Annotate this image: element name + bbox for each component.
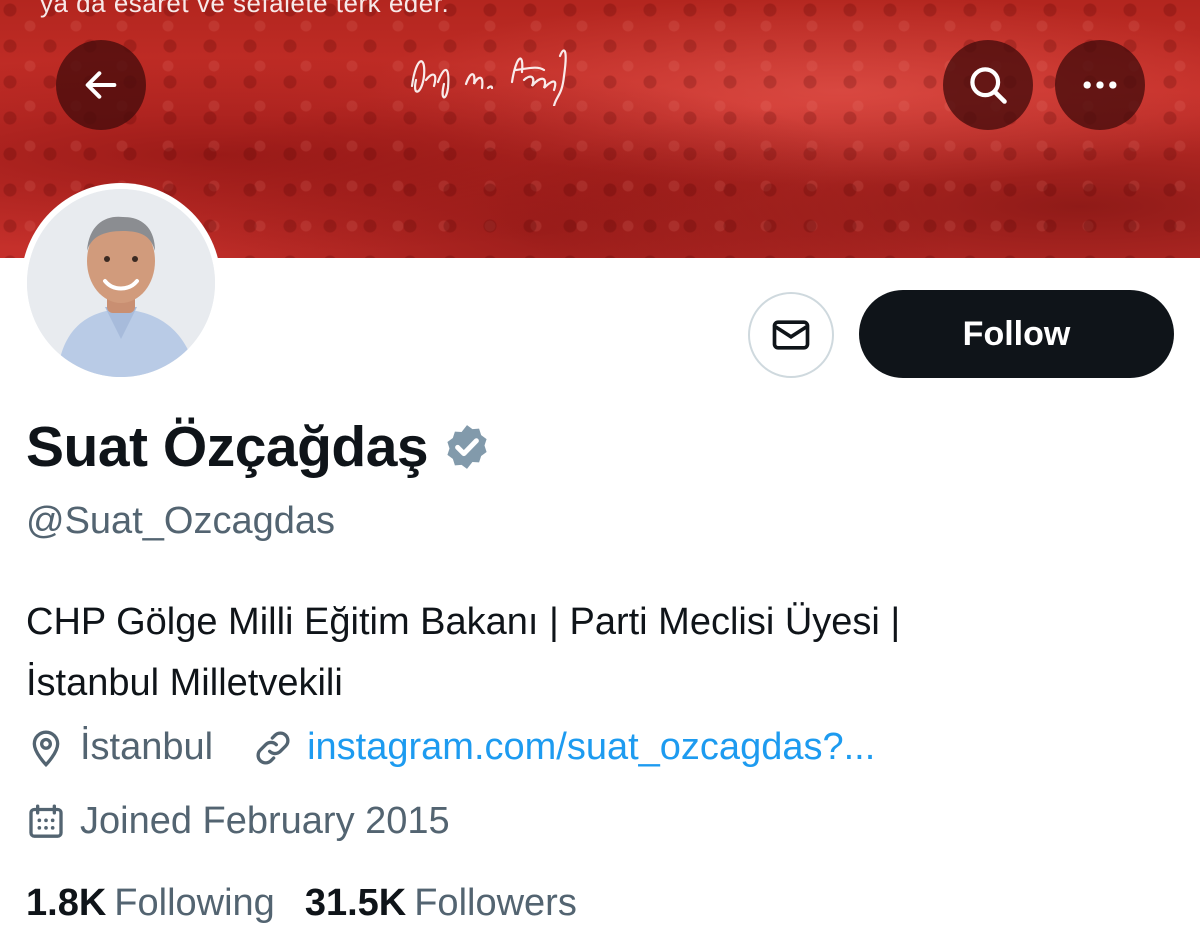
profile-name-row: Suat Özçağdaş <box>26 414 492 480</box>
envelope-icon <box>772 320 810 350</box>
bio-line: İstanbul Milletvekili <box>26 662 343 704</box>
joined-row: Joined February 2015 <box>26 800 450 843</box>
following-label: Following <box>114 882 275 924</box>
profile-bio: CHP Gölge Milli Eğitim Bakanı | Parti Me… <box>26 592 1146 714</box>
location-text: İstanbul <box>80 726 214 768</box>
profile-handle: @Suat_Ozcagdas <box>26 500 335 542</box>
profile-meta-row: İstanbul instagram.com/suat_ozcagdas?... <box>26 726 875 769</box>
avatar-photo <box>27 189 215 377</box>
location-item: İstanbul <box>26 726 213 769</box>
search-icon <box>970 67 1007 104</box>
profile-avatar[interactable] <box>21 183 221 383</box>
display-name: Suat Özçağdaş <box>26 415 429 479</box>
profile-stats: 1.8K Following 31.5K Followers <box>26 882 577 925</box>
following-stat[interactable]: 1.8K Following <box>26 882 275 925</box>
location-pin-icon <box>32 730 60 767</box>
arrow-left-icon <box>85 71 117 99</box>
following-count: 1.8K <box>26 882 107 924</box>
more-options-button[interactable] <box>1055 40 1145 130</box>
search-button[interactable] <box>943 40 1033 130</box>
banner-quote: ya da esaret ve sefalete terk eder. <box>40 0 450 18</box>
verified-badge-icon[interactable] <box>442 422 492 472</box>
message-button[interactable] <box>748 292 834 378</box>
follow-button[interactable]: Follow <box>859 290 1174 378</box>
back-button[interactable] <box>56 40 146 130</box>
followers-stat[interactable]: 31.5K Followers <box>305 882 577 925</box>
joined-text: Joined February 2015 <box>80 800 450 842</box>
bio-line: CHP Gölge Milli Eğitim Bakanı | Parti Me… <box>26 601 901 643</box>
followers-label: Followers <box>414 882 577 924</box>
avatar-portrait <box>27 189 215 377</box>
link-icon <box>256 730 290 765</box>
website-item[interactable]: instagram.com/suat_ozcagdas?... <box>253 726 875 769</box>
followers-count: 31.5K <box>304 882 407 924</box>
more-horizontal-icon <box>1083 81 1117 89</box>
banner-signature <box>410 49 567 106</box>
website-link[interactable]: instagram.com/suat_ozcagdas?... <box>307 726 875 769</box>
joined-item: Joined February 2015 <box>26 800 450 843</box>
calendar-icon <box>29 804 63 838</box>
